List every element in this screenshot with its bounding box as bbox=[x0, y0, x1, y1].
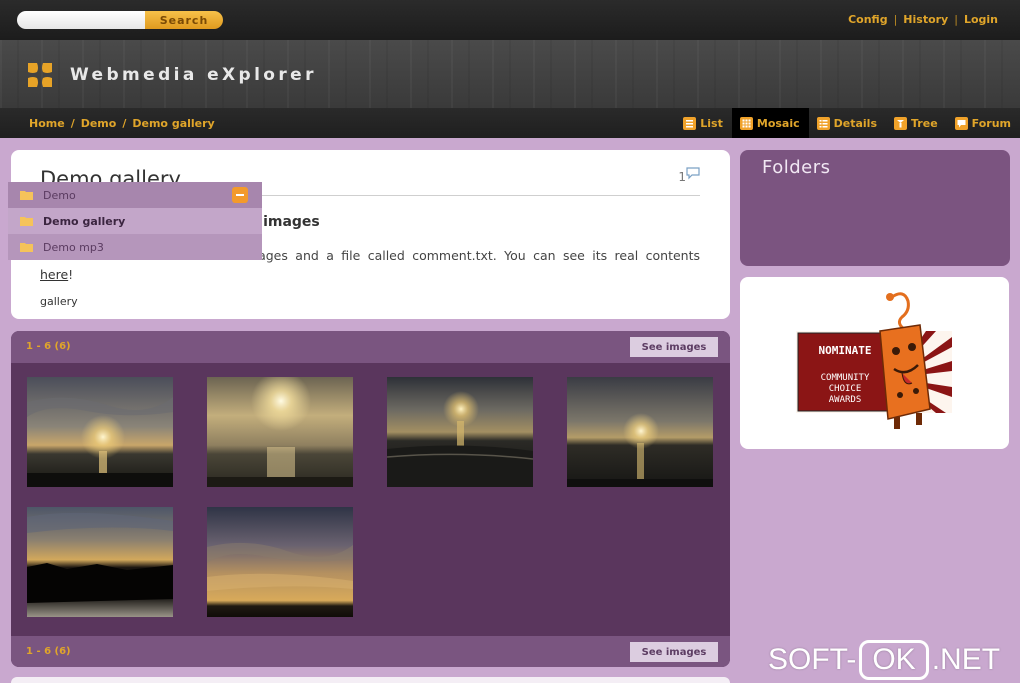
breadcrumb-demo-gallery[interactable]: Demo gallery bbox=[132, 117, 214, 130]
logo-icon bbox=[28, 63, 52, 87]
list-icon bbox=[683, 116, 697, 130]
award-text: CHOICE bbox=[829, 384, 862, 394]
award-panel: NOMINATE COMMUNITY CHOICE AWARDS bbox=[740, 277, 1009, 449]
top-link-separator: | bbox=[893, 13, 898, 26]
folder-item-demo[interactable]: Demo bbox=[8, 182, 262, 208]
breadcrumb-separator: / bbox=[122, 117, 127, 130]
collapse-button[interactable] bbox=[232, 187, 248, 203]
tab-details-label: Details bbox=[833, 116, 878, 130]
tab-details[interactable]: Details bbox=[809, 108, 886, 138]
see-images-button[interactable]: See images bbox=[630, 642, 718, 662]
gallery-thumbnail[interactable] bbox=[387, 377, 533, 487]
history-link[interactable]: History bbox=[903, 13, 948, 26]
tab-mosaic[interactable]: Mosaic bbox=[731, 108, 809, 138]
tab-list-label: List bbox=[700, 116, 723, 130]
gallery-panel: 1 - 6 (6) See images 1 - 6 (6) See image… bbox=[11, 331, 730, 667]
breadcrumb-home[interactable]: Home bbox=[29, 117, 65, 130]
folder-tag[interactable]: gallery bbox=[40, 295, 78, 308]
folders-title: Folders bbox=[762, 157, 831, 178]
watermark-text: SOFT- bbox=[768, 643, 857, 676]
watermark-text: .NET bbox=[931, 643, 1001, 676]
config-link[interactable]: Config bbox=[848, 13, 888, 26]
login-link[interactable]: Login bbox=[964, 13, 998, 26]
tree-icon bbox=[894, 116, 908, 130]
top-links: Config | History | Login bbox=[848, 13, 998, 26]
breadcrumb-demo[interactable]: Demo bbox=[81, 117, 117, 130]
site-title[interactable]: Webmedia eXplorer bbox=[70, 65, 317, 85]
watermark-ok: OK bbox=[859, 640, 929, 680]
tab-tree[interactable]: Tree bbox=[886, 108, 947, 138]
folder-icon bbox=[20, 217, 33, 226]
search-form: Search bbox=[17, 11, 223, 29]
folder-icon bbox=[20, 243, 33, 252]
search-input[interactable] bbox=[17, 11, 145, 29]
site-header: Webmedia eXplorer bbox=[0, 40, 1020, 108]
top-bar: Search Config | History | Login bbox=[0, 0, 1020, 40]
gallery-range: 1 - 6 (6) bbox=[26, 646, 71, 657]
mosaic-icon bbox=[739, 116, 753, 130]
gallery-thumbnail[interactable] bbox=[207, 377, 353, 487]
folder-item-label: Demo gallery bbox=[43, 214, 126, 228]
folder-item-label: Demo mp3 bbox=[43, 240, 104, 254]
folder-item-demo-mp3[interactable]: Demo mp3 bbox=[8, 234, 262, 260]
description-text-end: ! bbox=[68, 267, 74, 282]
gallery-thumbnail[interactable] bbox=[567, 377, 713, 487]
nav-bar: Home / Demo / Demo gallery List Mosaic Detai… bbox=[0, 108, 1020, 138]
award-text: NOMINATE bbox=[819, 344, 872, 357]
award-text: AWARDS bbox=[829, 395, 862, 405]
breadcrumb: Home / Demo / Demo gallery bbox=[29, 117, 215, 130]
tab-list[interactable]: List bbox=[675, 108, 732, 138]
forum-icon bbox=[954, 116, 968, 130]
gallery-thumbnail[interactable] bbox=[27, 377, 173, 487]
tab-tree-label: Tree bbox=[911, 116, 938, 130]
gallery-thumbnail[interactable] bbox=[207, 507, 353, 617]
details-icon bbox=[816, 116, 830, 130]
breadcrumb-separator: / bbox=[70, 117, 75, 130]
see-images-button[interactable]: See images bbox=[630, 337, 718, 357]
gallery-thumbnail[interactable] bbox=[27, 507, 173, 617]
tab-forum-label: Forum bbox=[971, 116, 1011, 130]
folders-panel: Folders bbox=[740, 150, 1010, 266]
gallery-range: 1 - 6 (6) bbox=[26, 341, 71, 352]
watermark: SOFT- OK .NET bbox=[768, 640, 1000, 680]
folder-icon bbox=[20, 191, 33, 200]
view-tabs: List Mosaic Details Tree Forum bbox=[675, 108, 1020, 138]
folder-item-demo-gallery[interactable]: Demo gallery bbox=[8, 208, 262, 234]
comment-icon[interactable] bbox=[686, 167, 700, 180]
folder-item-label: Demo bbox=[43, 188, 76, 202]
next-panel-edge bbox=[11, 677, 730, 683]
gallery-toolbar-bottom: 1 - 6 (6) See images bbox=[11, 636, 730, 667]
gallery-toolbar-top: 1 - 6 (6) See images bbox=[11, 331, 730, 363]
top-link-separator: | bbox=[954, 13, 958, 26]
community-choice-award-badge[interactable]: NOMINATE COMMUNITY CHOICE AWARDS bbox=[796, 291, 956, 435]
award-text: COMMUNITY bbox=[821, 373, 870, 383]
tab-forum[interactable]: Forum bbox=[947, 108, 1020, 138]
tab-mosaic-label: Mosaic bbox=[756, 116, 800, 130]
comment-count[interactable]: 1 bbox=[678, 170, 686, 184]
search-button[interactable]: Search bbox=[145, 11, 223, 29]
here-link[interactable]: here bbox=[40, 267, 68, 282]
